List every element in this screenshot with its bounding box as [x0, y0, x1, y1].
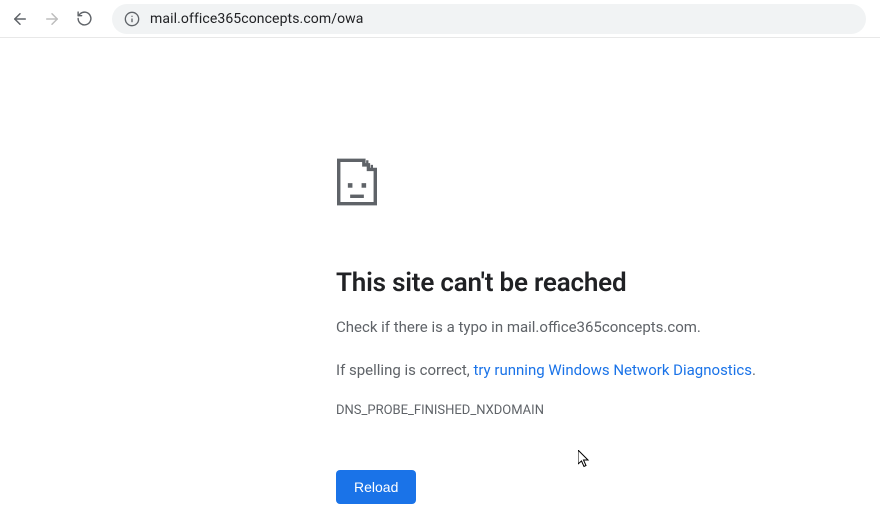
error-suggestion: If spelling is correct, try running Wind…	[336, 359, 820, 382]
error-title: This site can't be reached	[336, 268, 820, 298]
back-button[interactable]	[6, 5, 34, 33]
error-code: DNS_PROBE_FINISHED_NXDOMAIN	[336, 403, 820, 418]
subtitle-prefix: Check if there is a typo in	[336, 318, 507, 336]
suggestion-prefix: If spelling is correct,	[336, 361, 473, 379]
forward-button[interactable]	[38, 5, 66, 33]
site-info-icon[interactable]	[124, 11, 140, 27]
address-bar[interactable]: mail.office365concepts.com/owa	[112, 4, 866, 34]
diagnostics-link[interactable]: try running Windows Network Diagnostics	[473, 361, 752, 379]
arrow-left-icon	[11, 10, 29, 28]
sad-page-icon	[336, 158, 408, 230]
error-page: This site can't be reached Check if ther…	[0, 38, 820, 504]
url-text: mail.office365concepts.com/owa	[150, 11, 364, 27]
error-subtitle: Check if there is a typo in mail.office3…	[336, 316, 820, 339]
reload-button[interactable]: Reload	[336, 470, 416, 504]
subtitle-domain: mail.office365concepts.com.	[507, 318, 701, 336]
browser-toolbar: mail.office365concepts.com/owa	[0, 0, 880, 38]
reload-nav-button[interactable]	[70, 5, 98, 33]
reload-icon	[76, 10, 93, 27]
suggestion-suffix: .	[752, 361, 756, 379]
arrow-right-icon	[43, 10, 61, 28]
